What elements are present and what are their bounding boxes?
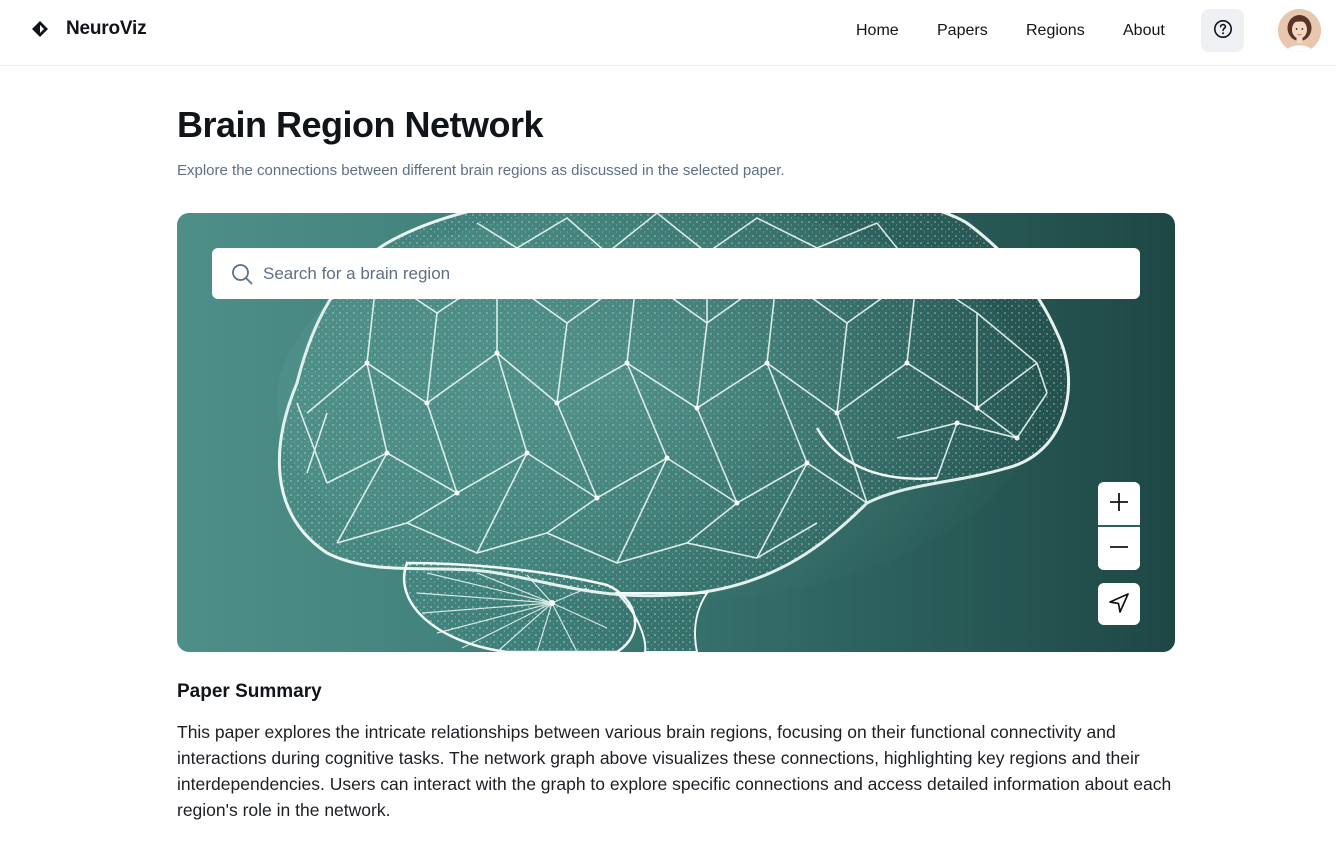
plus-icon — [1109, 492, 1129, 515]
page-subtitle: Explore the connections between differen… — [177, 162, 785, 179]
brand-name: NeuroViz — [66, 18, 147, 39]
search-input[interactable] — [263, 258, 1123, 289]
summary-text: This paper explores the intricate relati… — [177, 722, 1172, 820]
question-circle-icon — [1213, 19, 1233, 42]
nav-regions[interactable]: Regions — [1026, 20, 1085, 42]
brain-network-visualization[interactable] — [177, 213, 1175, 652]
region-search-box[interactable] — [212, 248, 1140, 299]
summary-title: Paper Summary — [177, 681, 322, 702]
nav-papers[interactable]: Papers — [937, 20, 988, 42]
top-navigation-bar: NeuroViz Home Papers Regions About — [0, 0, 1336, 66]
locate-button[interactable] — [1098, 583, 1140, 625]
user-avatar[interactable] — [1278, 9, 1321, 52]
zoom-in-button[interactable] — [1098, 482, 1140, 525]
nav-about[interactable]: About — [1123, 20, 1165, 42]
help-button[interactable] — [1201, 9, 1244, 52]
diamond-logo-icon — [30, 19, 50, 39]
brand[interactable]: NeuroViz — [30, 18, 147, 40]
zoom-controls — [1098, 482, 1140, 570]
navigation-arrow-icon — [1108, 592, 1130, 617]
search-icon — [231, 263, 253, 285]
zoom-out-button[interactable] — [1098, 527, 1140, 570]
page-title: Brain Region Network — [177, 104, 544, 145]
minus-icon — [1109, 537, 1129, 560]
nav-home[interactable]: Home — [856, 20, 899, 42]
